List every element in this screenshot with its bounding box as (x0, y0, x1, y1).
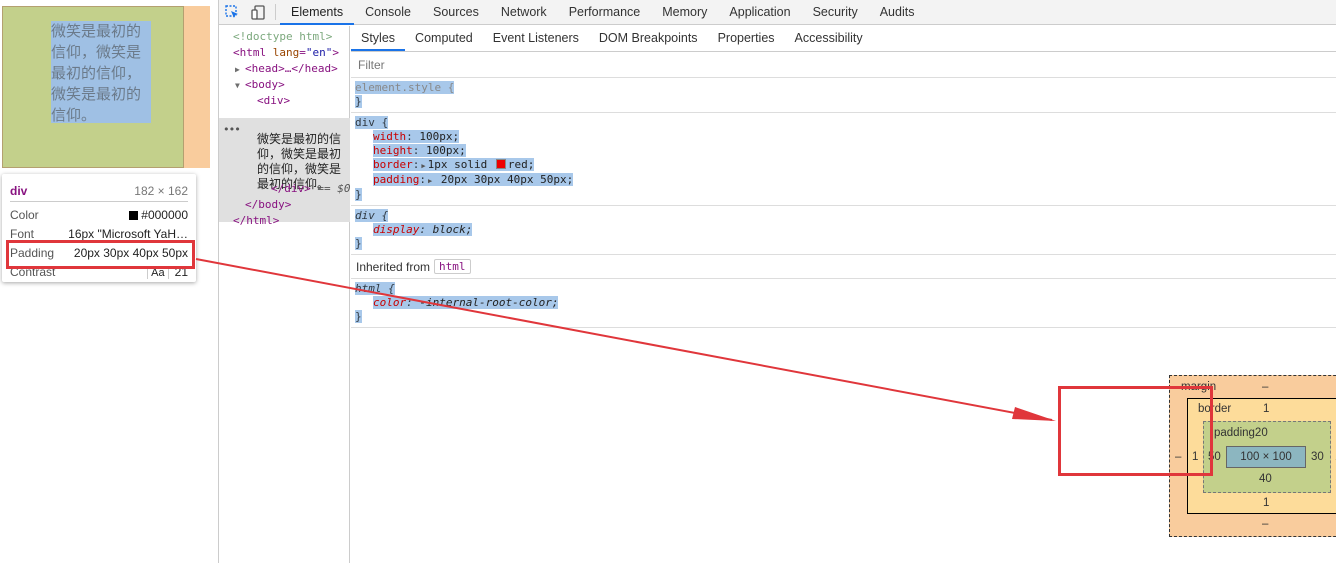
page-viewport: 微笑是最初的信仰，微笑是最初的信仰，微笑是最初的信仰。 div 182 × 16… (0, 0, 218, 563)
dom-node-body[interactable]: ▼ <body> (219, 77, 349, 93)
rule-div-user-agent[interactable]: div { display: block; } (351, 206, 1336, 255)
padding-right-value[interactable]: 30 (1311, 451, 1324, 463)
color-swatch-icon (129, 210, 139, 220)
tooltip-row-color: Color #000000 (10, 205, 188, 224)
tab-dom-breakpoints[interactable]: DOM Breakpoints (589, 26, 708, 51)
inherited-from-header: Inherited from html (351, 255, 1336, 279)
tab-event-listeners[interactable]: Event Listeners (483, 26, 589, 51)
tooltip-size: 182 × 162 (134, 183, 188, 198)
tab-application[interactable]: Application (718, 0, 801, 25)
tab-properties[interactable]: Properties (708, 26, 785, 51)
collapse-arrow-icon[interactable]: ▼ (235, 78, 245, 94)
border-bottom-value[interactable]: 1 (1263, 497, 1269, 509)
styles-filter-input[interactable]: Filter (351, 52, 1336, 78)
expand-arrow-icon[interactable]: ▶ (235, 62, 245, 78)
tooltip-key: Font (10, 226, 35, 241)
border-top-value[interactable]: 1 (1263, 403, 1269, 415)
tab-console[interactable]: Console (354, 0, 422, 25)
box-model-content[interactable]: 100 × 100 (1226, 446, 1306, 468)
inspect-icon[interactable] (219, 0, 245, 24)
tab-accessibility[interactable]: Accessibility (785, 26, 873, 51)
tab-security[interactable]: Security (802, 0, 869, 25)
tooltip-value: #000000 (141, 207, 188, 222)
dom-node-doctype[interactable]: <!doctype html> (219, 29, 349, 45)
inherited-label: Inherited from (356, 259, 431, 274)
padding-bottom-value[interactable]: 40 (1259, 473, 1272, 485)
rule-html-user-agent[interactable]: html { color: -internal-root-color; } (351, 279, 1336, 328)
dom-node-html[interactable]: <html lang="en"> (219, 45, 349, 61)
expand-arrow-icon[interactable]: ▶ (428, 177, 432, 185)
tab-memory[interactable]: Memory (651, 0, 718, 25)
dom-node-div-close[interactable]: </div> == $0 (271, 181, 351, 197)
dom-tree: ••• <!doctype html> <html lang="en"> ▶ <h… (219, 26, 351, 563)
tab-elements[interactable]: Elements (280, 0, 355, 25)
dom-node-div[interactable]: <div> (219, 93, 349, 109)
tooltip-key: Color (10, 207, 39, 222)
tab-sources[interactable]: Sources (422, 0, 490, 25)
padding-label: padding20 (1214, 427, 1268, 439)
styles-pane: Styles Computed Event Listeners DOM Brea… (351, 26, 1336, 563)
devtools-toolbar: Elements Console Sources Network Perform… (219, 0, 1336, 25)
dom-node-html-close[interactable]: </html> (233, 213, 279, 229)
tab-network[interactable]: Network (490, 0, 558, 25)
demo-div-text[interactable]: 微笑是最初的信仰，微笑是最初的信仰，微笑是最初的信仰。 (51, 21, 155, 126)
margin-top-value[interactable]: – (1262, 381, 1268, 393)
inherited-element-chip[interactable]: html (434, 259, 471, 274)
red-color-swatch-icon[interactable] (495, 159, 506, 169)
annotation-highlight-box (6, 240, 195, 269)
annotation-highlight-box (1058, 386, 1213, 476)
tab-audits[interactable]: Audits (869, 0, 926, 25)
tab-performance[interactable]: Performance (558, 0, 652, 25)
device-toggle-icon[interactable] (245, 0, 271, 24)
box-model-padding[interactable]: padding20 50 30 40 100 × 100 (1203, 421, 1331, 493)
tooltip-tag: div (10, 183, 28, 198)
rule-element-style[interactable]: element.style { } (351, 78, 1336, 113)
tab-computed[interactable]: Computed (405, 26, 483, 51)
rule-div-author[interactable]: div { width: 100px; height: 100px; borde… (351, 113, 1336, 206)
dom-node-body-close[interactable]: </body> (245, 197, 291, 213)
sidebar-tabs: Styles Computed Event Listeners DOM Brea… (351, 26, 1336, 52)
tooltip-value: 16px "Microsoft YaH… (68, 226, 188, 241)
margin-bottom-value[interactable]: – (1262, 518, 1268, 530)
devtools-panel: Elements Console Sources Network Perform… (218, 0, 1336, 563)
expand-arrow-icon[interactable]: ▶ (421, 162, 425, 170)
tab-styles[interactable]: Styles (351, 26, 406, 51)
more-options-icon[interactable]: ••• (223, 122, 241, 138)
toolbar-divider (275, 4, 276, 20)
dom-node-head[interactable]: ▶ <head>…</head> (219, 61, 349, 77)
